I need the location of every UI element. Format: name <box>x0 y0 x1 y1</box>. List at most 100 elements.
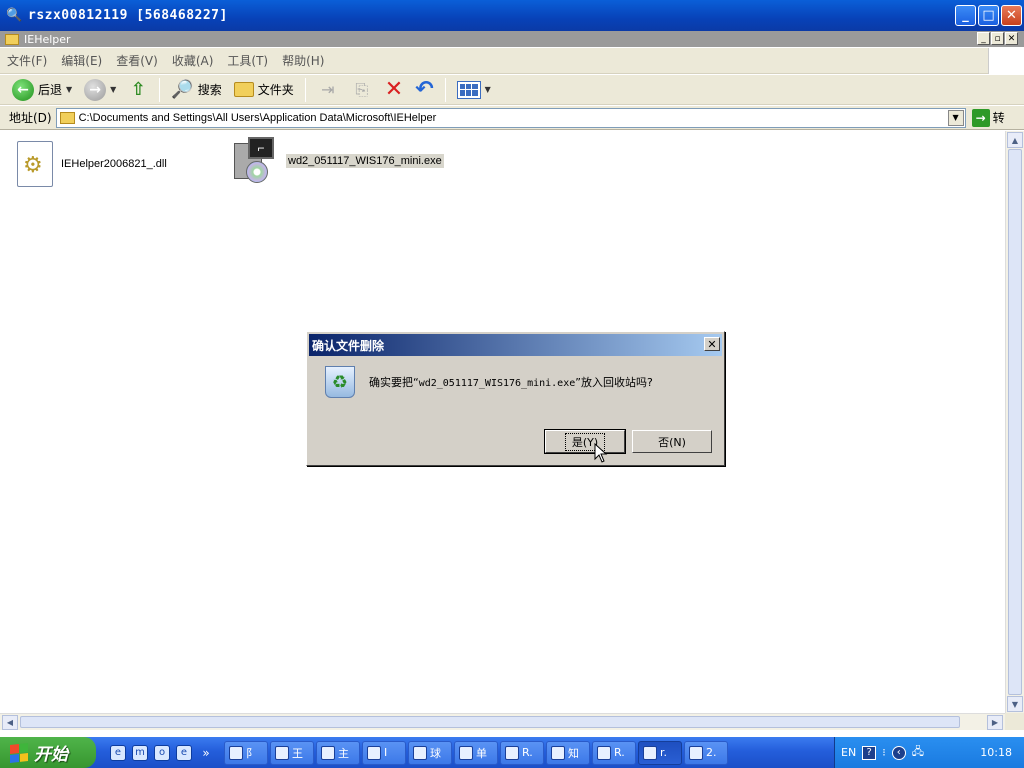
task-button-active[interactable]: r. <box>638 740 682 765</box>
task-button[interactable]: 主 <box>316 740 360 765</box>
language-indicator[interactable]: EN <box>841 746 856 759</box>
task-app-icon <box>321 745 335 760</box>
back-button[interactable]: ← 后退 ▼ <box>8 77 76 103</box>
folders-button[interactable]: 文件夹 <box>230 77 298 103</box>
browser-quicklaunch-icon[interactable]: e <box>176 744 192 761</box>
menu-help[interactable]: 帮助(H) <box>275 52 331 69</box>
task-button[interactable]: 阝 <box>224 740 268 765</box>
toolbar: ← 后退 ▼ → ▼ ⇧ 🔎 搜索 文件夹 ⇥ ⎘ ✕ ↶ ▼ <box>0 75 1024 105</box>
delete-button[interactable]: ✕ <box>381 77 407 103</box>
task-button[interactable]: I <box>362 740 406 765</box>
explorer-titlebar: IEHelper _ ▫ ✕ <box>0 31 1024 47</box>
message-file: wd2_051117_WIS176_mini.exe <box>418 378 576 389</box>
task-label: I <box>384 746 388 759</box>
scroll-right-button[interactable]: ▶ <box>987 715 1003 730</box>
window-titlebar[interactable]: 🔍 rszx00812119 [568468227] _ □ ✕ <box>0 0 1024 31</box>
mouse-cursor-icon <box>594 443 608 463</box>
task-app-icon <box>643 745 657 760</box>
ie-quicklaunch-icon[interactable]: e <box>110 744 126 761</box>
quick-launch: e m o e » <box>96 744 214 761</box>
installer-exe-icon: ⌐ <box>230 137 278 185</box>
close-button[interactable]: ✕ <box>1001 5 1022 26</box>
network-icon[interactable]: 🖧 <box>912 743 924 762</box>
menu-bar: 文件(F) 编辑(E) 查看(V) 收藏(A) 工具(T) 帮助(H) <box>0 48 1024 74</box>
system-tray: EN ? ⁝ ‹ 🖧 10:18 <box>834 737 1024 768</box>
messenger-quicklaunch-icon[interactable]: m <box>132 744 148 761</box>
explorer-close-button[interactable]: ✕ <box>1005 32 1018 45</box>
address-input[interactable]: C:\Documents and Settings\All Users\Appl… <box>55 107 966 128</box>
yes-button[interactable]: 是(Y) <box>544 429 626 454</box>
copy-to-button[interactable]: ⎘ <box>347 77 377 103</box>
undo-button[interactable]: ↶ <box>411 77 437 103</box>
windows-flag-icon <box>10 742 28 763</box>
toolbar-separator <box>444 77 446 102</box>
windows-logo <box>988 48 1024 74</box>
move-to-icon: ⇥ <box>321 80 335 99</box>
task-button[interactable]: 球 <box>408 740 452 765</box>
message-prefix: 确实要把“ <box>369 376 419 389</box>
scroll-corner <box>1005 713 1024 730</box>
ime-icon[interactable]: ⁝ <box>882 746 886 759</box>
task-button[interactable]: 知 <box>546 740 590 765</box>
chevron-down-icon[interactable]: ▼ <box>110 85 116 94</box>
task-label: 单 <box>476 746 487 760</box>
no-button[interactable]: 否(N) <box>632 430 712 453</box>
task-button[interactable]: 王 <box>270 740 314 765</box>
task-label: 知 <box>568 746 579 760</box>
task-button[interactable]: R. <box>592 740 636 765</box>
task-app-icon <box>689 745 703 760</box>
back-label: 后退 <box>38 83 63 97</box>
scroll-thumb[interactable] <box>1008 149 1022 695</box>
scroll-left-button[interactable]: ◀ <box>2 715 18 730</box>
explorer-minimize-button[interactable]: _ <box>977 32 990 45</box>
scroll-thumb[interactable] <box>20 716 960 728</box>
quicklaunch-more-icon[interactable]: » <box>198 745 214 761</box>
task-app-icon <box>505 745 519 760</box>
menu-favorites[interactable]: 收藏(A) <box>165 52 221 69</box>
menu-edit[interactable]: 编辑(E) <box>54 52 109 69</box>
scroll-up-button[interactable]: ▲ <box>1007 132 1023 148</box>
menu-view[interactable]: 查看(V) <box>109 52 165 69</box>
search-label: 搜索 <box>197 83 222 97</box>
help-icon[interactable]: ? <box>862 745 877 760</box>
folder-icon <box>59 111 75 124</box>
move-to-button[interactable]: ⇥ <box>313 77 343 103</box>
file-name: wd2_051117_WIS176_mini.exe <box>286 154 444 168</box>
file-item[interactable]: IEHelper2006821_.dll <box>17 141 167 187</box>
minimize-button[interactable]: _ <box>955 5 976 26</box>
forward-button[interactable]: → ▼ <box>80 77 120 103</box>
dialog-body: ♻ 确实要把“wd2_051117_WIS176_mini.exe”放入回收站吗… <box>325 366 653 398</box>
task-button[interactable]: 2. <box>684 740 728 765</box>
views-button[interactable]: ▼ <box>453 77 495 103</box>
task-button[interactable]: R. <box>500 740 544 765</box>
chevron-down-icon[interactable]: ▼ <box>66 85 72 94</box>
explorer-restore-button[interactable]: ▫ <box>991 32 1004 45</box>
scroll-down-button[interactable]: ▼ <box>1007 696 1023 712</box>
dialog-close-button[interactable]: ✕ <box>704 337 720 351</box>
undo-icon: ↶ <box>415 77 434 102</box>
maximize-button[interactable]: □ <box>978 5 999 26</box>
tray-expand-icon[interactable]: ‹ <box>891 745 906 760</box>
address-dropdown-button[interactable]: ▼ <box>947 109 964 126</box>
file-item-selected[interactable]: ⌐ wd2_051117_WIS176_mini.exe <box>230 137 444 185</box>
vertical-scrollbar[interactable]: ▲ ▼ <box>1005 131 1024 713</box>
task-label: 球 <box>430 746 441 760</box>
menu-tools[interactable]: 工具(T) <box>220 52 275 69</box>
toolbar-separator <box>304 77 306 102</box>
dialog-titlebar[interactable]: 确认文件删除 ✕ <box>309 334 722 356</box>
go-button[interactable]: → 转 <box>971 108 1005 127</box>
views-icon <box>456 80 481 99</box>
message-suffix: ”放入回收站吗? <box>575 376 653 389</box>
search-button[interactable]: 🔎 搜索 <box>167 77 225 103</box>
menu-file[interactable]: 文件(F) <box>0 52 54 69</box>
horizontal-scrollbar[interactable]: ◀ ▶ <box>0 713 1005 730</box>
magnifier-icon: 🔍 <box>6 7 23 23</box>
folders-icon <box>233 82 254 97</box>
taskbar: 开始 e m o e » 阝 王 主 I 球 单 R. 知 R. r. 2. E… <box>0 737 1024 768</box>
task-button[interactable]: 单 <box>454 740 498 765</box>
app-quicklaunch-icon[interactable]: o <box>154 744 170 761</box>
window-title: rszx00812119 [568468227] <box>28 8 228 23</box>
start-button[interactable]: 开始 <box>0 737 96 768</box>
clock: 10:18 <box>980 746 1012 759</box>
up-folder-button[interactable]: ⇧ <box>124 77 152 103</box>
